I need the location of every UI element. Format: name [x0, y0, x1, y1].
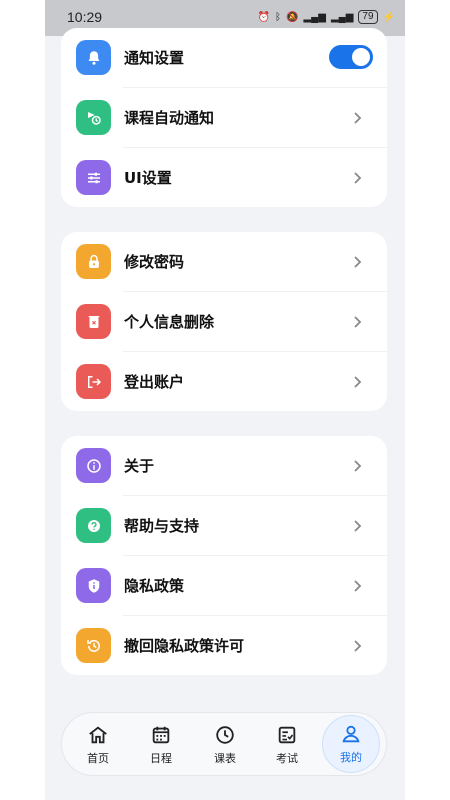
- row-notification-settings[interactable]: 通知设置: [61, 28, 387, 88]
- chevron-right-icon: [354, 172, 362, 184]
- row-label: 修改密码: [124, 253, 185, 271]
- toggle-knob: [352, 48, 370, 66]
- nav-mine[interactable]: 我的: [322, 715, 380, 773]
- chevron-right-icon: [354, 460, 362, 472]
- row-revoke-privacy-consent[interactable]: 撤回隐私政策许可: [61, 616, 387, 676]
- clock-flag-icon: [76, 100, 111, 135]
- history-icon: [76, 628, 111, 663]
- charging-icon: ⚡: [382, 11, 395, 23]
- row-label: 撤回隐私政策许可: [124, 637, 245, 655]
- lock-icon: [76, 244, 111, 279]
- row-about[interactable]: 关于: [61, 436, 387, 496]
- row-label: 通知设置: [124, 49, 185, 67]
- phone-screen: 10:29 ⏰ ᛒ 🔕 ▂▄▆ ▂▄▆ 79 ⚡ 通知设置 课程自动通知 UI设…: [45, 0, 405, 800]
- bottom-nav: 首页 日程 课表 考试 我的: [61, 712, 387, 776]
- nav-exam[interactable]: 考试: [261, 719, 313, 771]
- bluetooth-icon: ᛒ: [275, 11, 282, 23]
- exam-icon: [278, 726, 296, 744]
- row-delete-personal-info[interactable]: 个人信息删除: [61, 292, 387, 352]
- alarm-icon: ⏰: [257, 11, 271, 23]
- settings-card-notifications: 通知设置 课程自动通知 UI设置: [61, 28, 387, 207]
- question-icon: [76, 508, 111, 543]
- status-icons: ⏰ ᛒ 🔕 ▂▄▆ ▂▄▆ 79 ⚡: [258, 10, 395, 24]
- mute-icon: 🔕: [286, 11, 299, 23]
- chevron-right-icon: [354, 640, 362, 652]
- row-privacy-policy[interactable]: 隐私政策: [61, 556, 387, 616]
- row-label: 隐私政策: [124, 577, 185, 595]
- bell-icon: [76, 40, 111, 75]
- logout-icon: [76, 364, 111, 399]
- settings-card-about: 关于 帮助与支持 隐私政策 撤回隐私政策许可: [61, 436, 387, 675]
- nav-label: 首页: [87, 752, 109, 765]
- shield-icon: [76, 568, 111, 603]
- user-icon: [342, 725, 360, 743]
- row-course-auto-notify[interactable]: 课程自动通知: [61, 88, 387, 148]
- chevron-right-icon: [354, 256, 362, 268]
- row-label: 登出账户: [124, 373, 185, 391]
- chevron-right-icon: [354, 316, 362, 328]
- nav-label: 课表: [214, 752, 236, 765]
- row-label: 关于: [124, 457, 155, 475]
- nav-label: 日程: [150, 752, 172, 765]
- chevron-right-icon: [354, 580, 362, 592]
- nav-timetable[interactable]: 课表: [199, 719, 251, 771]
- notification-toggle[interactable]: [329, 45, 373, 69]
- signal-icon: ▂▄▆: [303, 11, 326, 23]
- nav-schedule[interactable]: 日程: [135, 719, 187, 771]
- row-help-support[interactable]: 帮助与支持: [61, 496, 387, 556]
- nav-label: 考试: [276, 752, 298, 765]
- clock-icon: [216, 726, 234, 744]
- battery-icon: 79: [358, 10, 378, 24]
- calendar-icon: [152, 726, 170, 744]
- row-label: 个人信息删除: [124, 313, 215, 331]
- nav-label: 我的: [340, 751, 362, 764]
- row-label: 课程自动通知: [124, 109, 215, 127]
- home-icon: [89, 726, 107, 744]
- signal-icon-2: ▂▄▆: [330, 11, 354, 23]
- trash-icon: [76, 304, 111, 339]
- nav-home[interactable]: 首页: [72, 719, 124, 771]
- chevron-right-icon: [354, 112, 362, 124]
- status-time: 10:29: [67, 9, 103, 25]
- row-ui-settings[interactable]: UI设置: [61, 148, 387, 208]
- settings-card-account: 修改密码 个人信息删除 登出账户: [61, 232, 387, 411]
- row-label: 帮助与支持: [124, 517, 200, 535]
- row-change-password[interactable]: 修改密码: [61, 232, 387, 292]
- row-label: UI设置: [124, 169, 172, 187]
- info-icon: [76, 448, 111, 483]
- sliders-icon: [76, 160, 111, 195]
- chevron-right-icon: [354, 376, 362, 388]
- row-logout[interactable]: 登出账户: [61, 352, 387, 412]
- chevron-right-icon: [354, 520, 362, 532]
